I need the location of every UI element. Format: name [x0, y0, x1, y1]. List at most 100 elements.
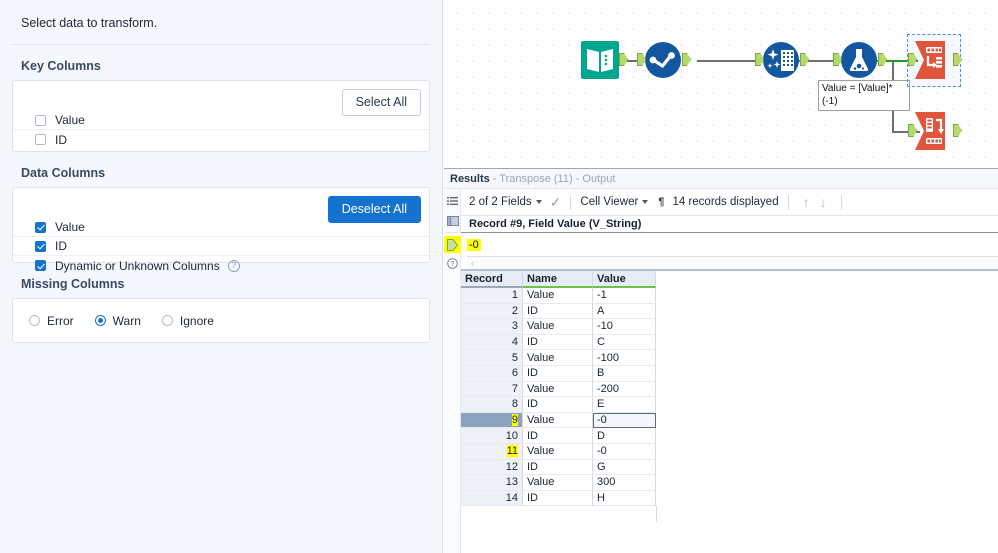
radio-ignore-icon[interactable] [161, 315, 173, 326]
view-mode-selector[interactable]: Cell Viewer [580, 196, 649, 208]
flask-icon [841, 42, 877, 78]
table-row[interactable]: 7 Value -200 [461, 381, 998, 398]
node-select[interactable] [637, 41, 691, 84]
scroll-up-icon[interactable]: ↑ [798, 194, 815, 210]
cell-name: Value [523, 381, 593, 398]
cell-value: -100 [593, 350, 656, 366]
output-anchor[interactable] [953, 124, 962, 137]
cell-value: A [593, 303, 656, 320]
cell-value: -10 [593, 319, 656, 335]
key-column-row-value[interactable]: Value [13, 111, 429, 130]
chevron-down-icon[interactable] [642, 200, 649, 204]
crosstab-icon [915, 112, 945, 150]
radio-ignore-label[interactable]: Ignore [180, 314, 214, 328]
key-column-label: ID [55, 132, 67, 147]
checkmark-icon[interactable]: ✓ [550, 194, 562, 211]
checkbox-checked-icon[interactable] [35, 260, 46, 271]
table-row[interactable]: 8 ID E [461, 397, 998, 413]
table-row[interactable]: 9 Value -0 [461, 412, 998, 429]
cell-viewer-body[interactable]: -0 ‹ [461, 233, 998, 269]
data-column-row-id[interactable]: ID [13, 237, 429, 256]
output-anchor[interactable] [878, 53, 887, 66]
records-displayed-label: 14 records displayed [672, 196, 779, 208]
output-anchor-icon[interactable] [444, 236, 461, 253]
node-crosstab[interactable] [908, 112, 962, 155]
checkbox-icon[interactable] [35, 114, 46, 126]
panel-intro-text: Select data to transform. [21, 16, 158, 30]
table-row[interactable]: 6 ID B [461, 365, 998, 382]
table-row[interactable]: 14 ID H [461, 490, 998, 507]
scroll-down-icon[interactable]: ↓ [815, 194, 832, 210]
radio-warn-icon[interactable] [94, 315, 106, 326]
cell-record: 10 [461, 428, 523, 444]
results-grid[interactable]: Record Name Value 1 Value -1 2 ID A 3 Va… [461, 271, 998, 523]
table-row[interactable]: 10 ID D [461, 428, 998, 444]
workflow-canvas[interactable]: Value = [Value]*(-1) [444, 0, 998, 168]
table-row[interactable]: 12 ID G [461, 459, 998, 476]
output-anchor[interactable] [800, 53, 809, 66]
grid-empty-tail [461, 506, 657, 523]
cell-value: -0 [593, 412, 656, 429]
table-row[interactable]: 2 ID A [461, 303, 998, 320]
table-row[interactable]: 1 Value -1 [461, 288, 998, 304]
checkbox-checked-icon[interactable] [35, 240, 46, 252]
key-column-label: Value [55, 113, 85, 127]
cell-value: C [593, 334, 656, 351]
table-row[interactable]: 4 ID C [461, 334, 998, 351]
wire-2 [697, 60, 763, 62]
cell-record: 9 [461, 412, 523, 429]
node-formula[interactable]: Value = [Value]*(-1) [818, 41, 910, 111]
column-header-value[interactable]: Value [593, 271, 656, 288]
formula-annotation: Value = [Value]*(-1) [818, 80, 910, 111]
cell-value: 300 [593, 475, 656, 491]
output-anchor[interactable] [619, 53, 628, 66]
cell-record: 1 [461, 288, 523, 304]
scroll-left-icon[interactable]: ‹ [471, 258, 474, 268]
table-row[interactable]: 13 Value 300 [461, 475, 998, 491]
column-header-record[interactable]: Record [461, 271, 523, 288]
help-circle-icon[interactable]: ? [444, 255, 461, 272]
data-column-label: ID [55, 239, 67, 253]
data-columns-label: Data Columns [21, 166, 106, 180]
cell-value: H [593, 490, 656, 507]
table-row[interactable]: 11 Value -0 [461, 443, 998, 460]
node-text-input[interactable] [581, 41, 628, 84]
cell-value: -1 [593, 288, 656, 304]
data-column-row-value[interactable]: Value [13, 218, 429, 237]
cell-viewer-hscrollbar[interactable]: ‹ [467, 256, 998, 269]
results-title-prefix: Results [450, 172, 490, 185]
panel-view-icon[interactable] [444, 212, 461, 229]
cell-record: 3 [461, 319, 523, 335]
output-anchor[interactable] [682, 53, 691, 66]
column-header-name[interactable]: Name [523, 271, 593, 288]
pilcrow-icon[interactable]: ¶ [658, 196, 664, 208]
cell-record: 7 [461, 381, 523, 398]
svg-text:?: ? [451, 261, 455, 268]
radio-error-label[interactable]: Error [47, 314, 74, 328]
data-columns-list: Value ID Dynamic or Unknown Columns ? [13, 218, 429, 275]
results-title-suffix: - Transpose (11) - Output [492, 172, 616, 185]
node-transpose[interactable] [908, 41, 962, 84]
chevron-down-icon[interactable] [535, 200, 542, 204]
data-column-label: Dynamic or Unknown Columns [55, 258, 220, 273]
radio-warn-label[interactable]: Warn [113, 314, 141, 328]
cell-name: Value [523, 412, 593, 429]
alteryx-designer-window: Select data to transform. Key Columns Se… [0, 0, 998, 553]
fields-selector[interactable]: 2 of 2 Fields [469, 196, 542, 208]
table-row[interactable]: 3 Value -10 [461, 319, 998, 335]
cell-name: ID [523, 397, 593, 413]
results-title-bar: Results - Transpose (11) - Output [444, 169, 998, 189]
cell-name: ID [523, 428, 593, 444]
checkbox-icon[interactable] [35, 134, 46, 145]
node-data-cleansing[interactable] [755, 41, 809, 84]
grid-header-row: Record Name Value [461, 271, 998, 288]
key-column-row-id[interactable]: ID [13, 130, 429, 149]
cell-name: Value [523, 443, 593, 460]
data-column-row-dynamic[interactable]: Dynamic or Unknown Columns ? [13, 256, 429, 275]
help-icon[interactable]: ? [227, 259, 240, 272]
radio-error-icon[interactable] [29, 315, 40, 326]
list-view-icon[interactable] [444, 193, 461, 210]
table-row[interactable]: 5 Value -100 [461, 350, 998, 366]
checkbox-checked-icon[interactable] [35, 221, 46, 233]
rail-divider [446, 232, 458, 233]
